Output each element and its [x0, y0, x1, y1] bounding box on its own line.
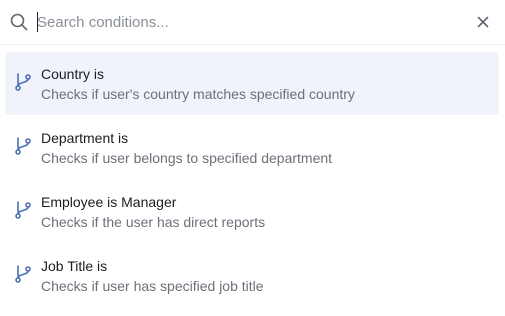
condition-description: Checks if user has specified job title	[41, 278, 264, 294]
condition-title: Country is	[41, 66, 105, 82]
branch-icon	[15, 201, 31, 219]
condition-item-country[interactable]: Country is Checks if user's country matc…	[5, 52, 499, 115]
text-caret	[37, 12, 38, 32]
conditions-picker: Country is Checks if user's country matc…	[0, 0, 505, 316]
condition-title: Employee is Manager	[41, 194, 177, 210]
condition-item-employee-manager[interactable]: Employee is Manager Checks if the user h…	[5, 180, 499, 243]
condition-item-department[interactable]: Department is Checks if user belongs to …	[5, 116, 499, 179]
search-input[interactable]	[37, 11, 457, 33]
search-icon	[10, 13, 28, 31]
condition-title: Department is	[41, 130, 129, 146]
search-bar	[0, 0, 505, 45]
condition-title: Job Title is	[41, 258, 108, 274]
branch-icon	[15, 137, 31, 155]
condition-description: Checks if the user has direct reports	[41, 214, 266, 230]
branch-icon	[15, 265, 31, 283]
close-icon[interactable]	[474, 13, 492, 31]
condition-description: Checks if user belongs to specified depa…	[41, 150, 333, 166]
condition-item-job-title[interactable]: Job Title is Checks if user has specifie…	[5, 244, 499, 307]
branch-icon	[15, 73, 31, 91]
condition-description: Checks if user's country matches specifi…	[41, 86, 355, 102]
condition-list: Country is Checks if user's country matc…	[5, 52, 499, 308]
